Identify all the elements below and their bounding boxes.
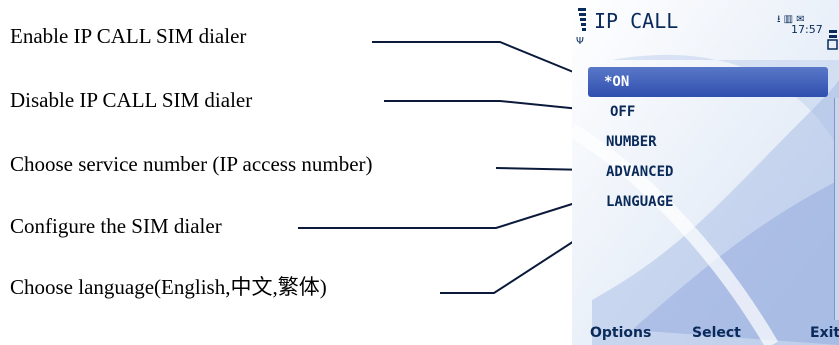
svg-text:Ψ: Ψ	[576, 36, 584, 47]
connector-language	[440, 231, 589, 294]
menu-item-number[interactable]: NUMBER	[584, 127, 834, 157]
connector-enable	[372, 41, 589, 79]
connector-disable	[384, 100, 591, 111]
select-softkey[interactable]: Select	[692, 325, 741, 341]
phone-screen: Ψ IP CALL ⭳ ▥ ✉ 17:57 *ON OFF NUMBER ADV…	[572, 0, 839, 345]
battery-icon	[827, 30, 838, 50]
screen-title: IP CALL	[594, 9, 679, 33]
menu-item-language[interactable]: LANGUAGE	[584, 187, 834, 217]
softkey-bar: Options Select Exit	[572, 320, 839, 345]
clock: 17:57	[791, 23, 823, 36]
menu-item-advanced[interactable]: ADVANCED	[584, 157, 834, 187]
connector-configure	[298, 198, 589, 229]
menu-item-off[interactable]: OFF	[584, 97, 834, 127]
scrollbar[interactable]	[834, 98, 839, 320]
options-softkey[interactable]: Options	[590, 325, 651, 341]
menu-item-on[interactable]: *ON	[588, 67, 828, 97]
exit-softkey[interactable]: Exit	[810, 325, 839, 341]
menu-list: *ON OFF NUMBER ADVANCED LANGUAGE	[584, 67, 834, 217]
signal-strength-icon: Ψ	[576, 8, 586, 47]
